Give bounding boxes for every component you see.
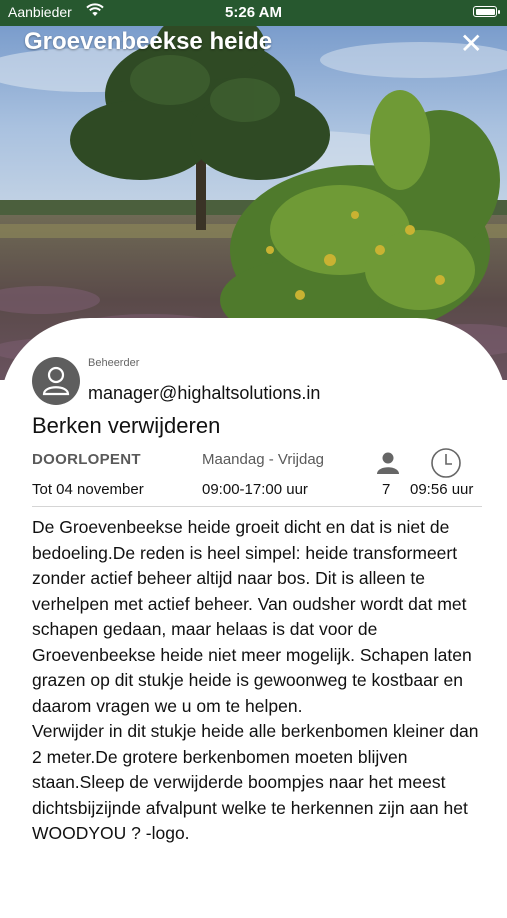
- schedule-days: Maandag - Vrijdag: [202, 451, 325, 468]
- close-button[interactable]: ✕: [460, 30, 483, 58]
- status-bar: Aanbieder 5:26 AM: [0, 0, 507, 26]
- participant-count: 7: [382, 481, 391, 498]
- clock-time: 5:26 AM: [225, 4, 282, 21]
- close-icon[interactable]: ✕: [460, 28, 483, 59]
- user-avatar-icon: [32, 357, 80, 405]
- task-description: De Groevenbeekse heide groeit dicht en d…: [32, 517, 479, 843]
- end-date: Tot 04 november: [32, 481, 144, 498]
- clock-icon: [430, 447, 462, 484]
- person-icon: [376, 452, 400, 479]
- role-label: Beheerder: [88, 357, 140, 369]
- manager-email: manager@highaltsolutions.in: [88, 383, 321, 403]
- status-badge: DOORLOPENT: [32, 451, 141, 468]
- schedule-hours: 09:00-17:00 uur: [202, 481, 308, 498]
- page-title: Groevenbeekse heide: [24, 28, 273, 55]
- task-title: Berken verwijderen: [32, 413, 221, 438]
- remaining-time: 09:56 uur: [410, 481, 474, 498]
- battery-icon: [473, 6, 500, 17]
- divider: [32, 506, 482, 507]
